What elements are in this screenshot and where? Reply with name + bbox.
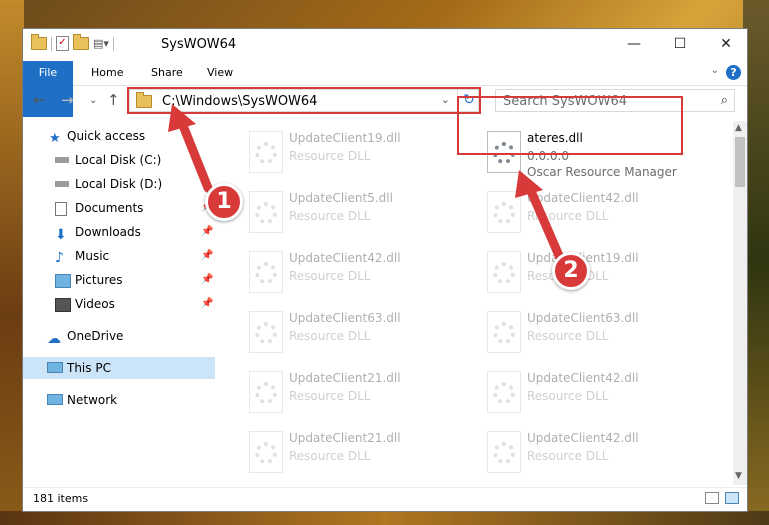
- arrow-1-head: [168, 104, 196, 132]
- arrow-2: [523, 179, 565, 263]
- callout-1: 1: [205, 183, 243, 221]
- arrow-2-head: [515, 170, 543, 198]
- arrow-1: [175, 113, 213, 193]
- callout-2: 2: [552, 252, 590, 290]
- annotation-arrows: [168, 104, 565, 263]
